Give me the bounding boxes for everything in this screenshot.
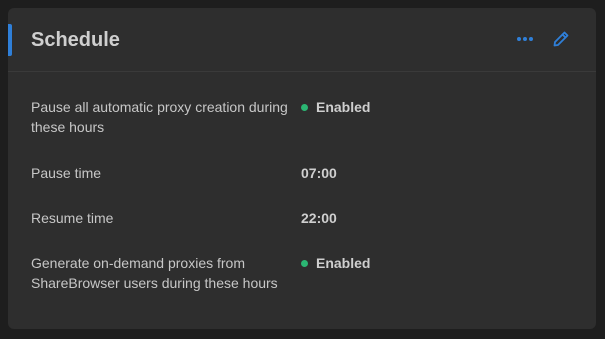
card-header: Schedule xyxy=(8,8,596,72)
header-actions xyxy=(514,28,572,50)
accent-bar xyxy=(8,24,12,56)
more-horizontal-icon xyxy=(517,37,533,41)
setting-label: Pause all automatic proxy creation durin… xyxy=(31,99,288,135)
schedule-card: Schedule Pause all automatic proxy creat… xyxy=(8,8,596,329)
status-text: Enabled xyxy=(316,99,371,115)
card-title: Schedule xyxy=(31,29,120,51)
setting-value: 07:00 xyxy=(301,165,337,181)
setting-label: Pause time xyxy=(31,165,102,181)
setting-value: Enabled xyxy=(301,253,370,293)
setting-value: 22:00 xyxy=(301,210,337,226)
edit-pencil-icon xyxy=(553,31,569,47)
status-text: Enabled xyxy=(316,255,371,271)
status-dot-enabled xyxy=(301,104,308,111)
status-dot-enabled xyxy=(301,260,308,267)
edit-button[interactable] xyxy=(550,28,572,50)
more-options-button[interactable] xyxy=(514,28,536,50)
setting-label: Resume time xyxy=(31,210,114,226)
setting-row-pause-time: Pause time 07:00 xyxy=(31,163,580,183)
setting-row-resume-time: Resume time 22:00 xyxy=(31,208,580,228)
setting-value: Enabled xyxy=(301,97,370,137)
setting-row-pause-automatic: Pause all automatic proxy creation durin… xyxy=(31,97,580,137)
setting-row-on-demand: Generate on-demand proxies from ShareBro… xyxy=(31,253,580,293)
setting-label: Generate on-demand proxies from ShareBro… xyxy=(31,255,278,291)
